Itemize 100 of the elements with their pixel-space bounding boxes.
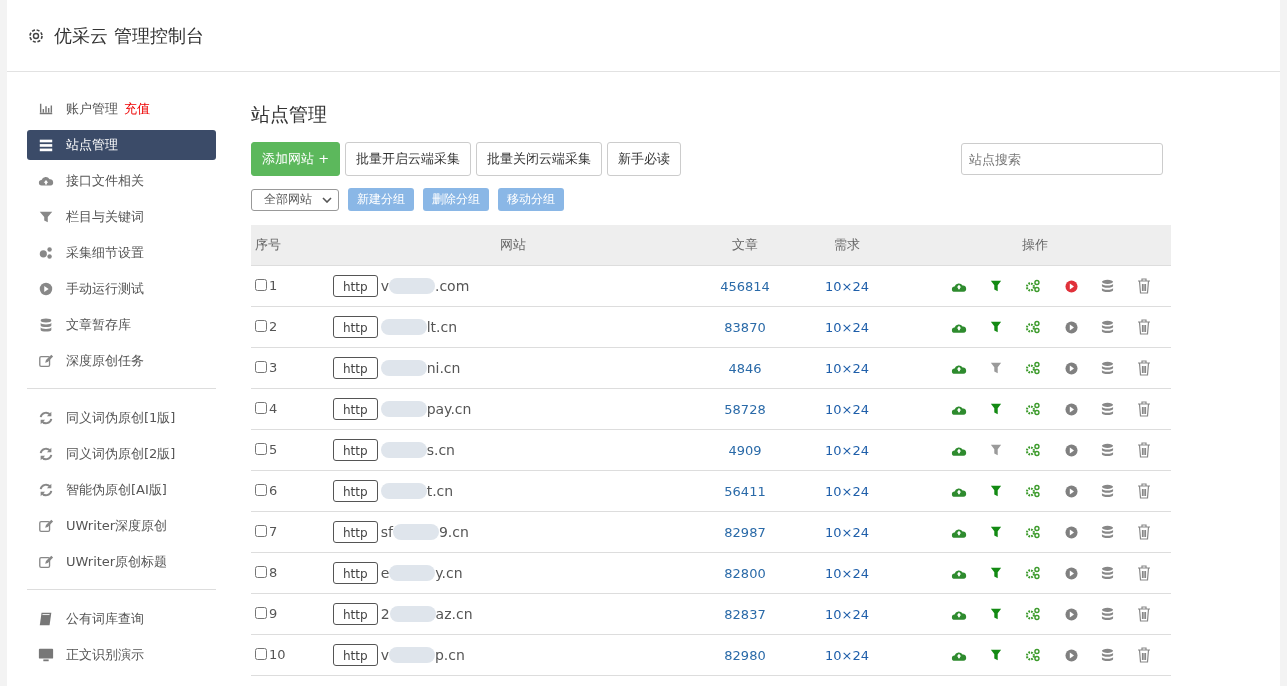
trash-icon[interactable] [1136,524,1151,540]
play-icon[interactable] [1064,607,1078,621]
scheme-tag[interactable]: http [333,439,378,461]
toolbar-button[interactable]: 新手必读 [607,142,682,176]
scheme-tag[interactable]: http [333,521,378,543]
filter-icon[interactable] [990,321,1003,333]
row-checkbox[interactable] [255,443,267,456]
row-number: 7 [269,523,278,539]
filter-icon[interactable] [990,567,1003,579]
table-cell: 10×24 [796,470,898,512]
refresh-icon [38,410,54,426]
filter-icon[interactable] [990,403,1003,415]
scheme-tag[interactable]: http [333,603,378,625]
filter-icon[interactable] [990,362,1003,374]
bar-chart-icon [38,101,54,117]
database-icon[interactable] [1100,565,1114,581]
filter-icon[interactable] [990,485,1003,497]
filter-icon[interactable] [990,444,1003,456]
toolbar-button[interactable]: 批量开启云端采集 [345,142,472,176]
sidebar-item[interactable]: 正文识别演示 [27,640,216,670]
monitor-icon [38,647,54,663]
table-cell: 82980 [694,634,796,676]
toolbar-button[interactable]: 批量关闭云端采集 [476,142,603,176]
play-icon[interactable] [1064,484,1078,498]
table-cell: 83870 [694,306,796,348]
trash-icon[interactable] [1136,565,1151,581]
row-checkbox[interactable] [255,361,267,374]
trash-icon[interactable] [1136,360,1151,376]
row-checkbox[interactable] [255,525,267,538]
table-cell: 10×24 [796,388,898,430]
play-icon[interactable] [1064,361,1078,375]
scheme-tag[interactable]: http [333,275,378,297]
sidebar-item[interactable]: 账户管理 充值 [27,94,216,124]
table-cell: 10×24 [796,265,898,307]
trash-icon[interactable] [1136,319,1151,335]
row-checkbox[interactable] [255,566,267,579]
scheme-tag[interactable]: http [333,398,378,420]
sidebar-item[interactable]: UWriter深度原创 [27,511,216,541]
database-icon[interactable] [1100,401,1114,417]
play-icon[interactable] [1064,443,1078,457]
site-domain: v .com [380,278,470,294]
trash-icon[interactable] [1136,442,1151,458]
database-icon[interactable] [1100,442,1114,458]
sidebar-item[interactable]: 公有词库查询 [27,604,216,634]
sidebar-item[interactable]: 同义词伪原创[2版] [27,439,216,469]
recharge-link[interactable]: 充值 [124,100,150,118]
database-icon[interactable] [1100,483,1114,499]
sidebar-item[interactable]: 智能伪原创[AI版] [27,475,216,505]
trash-icon[interactable] [1136,278,1151,294]
row-checkbox[interactable] [255,402,267,415]
trash-icon[interactable] [1136,483,1151,499]
sidebar-item[interactable]: 站点管理 [27,130,216,160]
database-icon[interactable] [1100,319,1114,335]
sidebar-item[interactable]: 文章暂存库 [27,310,216,340]
row-checkbox[interactable] [255,279,267,292]
row-checkbox[interactable] [255,607,267,620]
play-icon[interactable] [1064,566,1078,580]
table-cell: 10×24 [796,511,898,553]
trash-icon[interactable] [1136,647,1151,663]
play-icon[interactable] [1064,525,1078,539]
site-domain: t.cn [380,483,454,499]
filter-icon [38,209,54,225]
sidebar-item[interactable]: 接口文件相关 [27,166,216,196]
column-header: 网站 [332,225,694,266]
scheme-tag[interactable]: http [333,357,378,379]
row-checkbox[interactable] [255,484,267,497]
database-icon[interactable] [1100,606,1114,622]
scheme-tag[interactable]: http [333,562,378,584]
play-icon[interactable] [1064,402,1078,416]
row-checkbox[interactable] [255,320,267,333]
play-icon[interactable] [1064,320,1078,334]
group-select[interactable]: 全部网站 [251,188,339,211]
filter-icon[interactable] [990,649,1003,661]
filter-icon[interactable] [990,526,1003,538]
sidebar-item[interactable]: UWriter原创标题 [27,547,216,577]
filter-icon[interactable] [990,280,1003,292]
row-number: 6 [269,482,278,498]
sidebar-item[interactable]: 深度原创任务 [27,346,216,376]
scheme-tag[interactable]: http [333,316,378,338]
scheme-tag[interactable]: http [333,644,378,666]
database-icon[interactable] [1100,524,1114,540]
scheme-tag[interactable]: http [333,480,378,502]
search-field[interactable]: 站点搜索 [961,143,1163,175]
trash-icon[interactable] [1136,401,1151,417]
sidebar-item[interactable]: 栏目与关键词 [27,202,216,232]
row-checkbox[interactable] [255,648,267,661]
table-cell: 10×24 [796,552,898,594]
database-icon[interactable] [1100,647,1114,663]
database-icon[interactable] [1100,278,1114,294]
row-number: 2 [269,318,278,334]
sidebar-item[interactable]: 手动运行测试 [27,274,216,304]
database-icon[interactable] [1100,360,1114,376]
table-cell: 10×24 [796,634,898,676]
trash-icon[interactable] [1136,606,1151,622]
play-icon[interactable] [1064,279,1078,293]
play-icon[interactable] [1064,648,1078,662]
filter-icon[interactable] [990,608,1003,620]
sidebar-item[interactable]: 采集细节设置 [27,238,216,268]
sidebar-item[interactable]: 同义词伪原创[1版] [27,403,216,433]
table-cell: 56411 [694,470,796,512]
